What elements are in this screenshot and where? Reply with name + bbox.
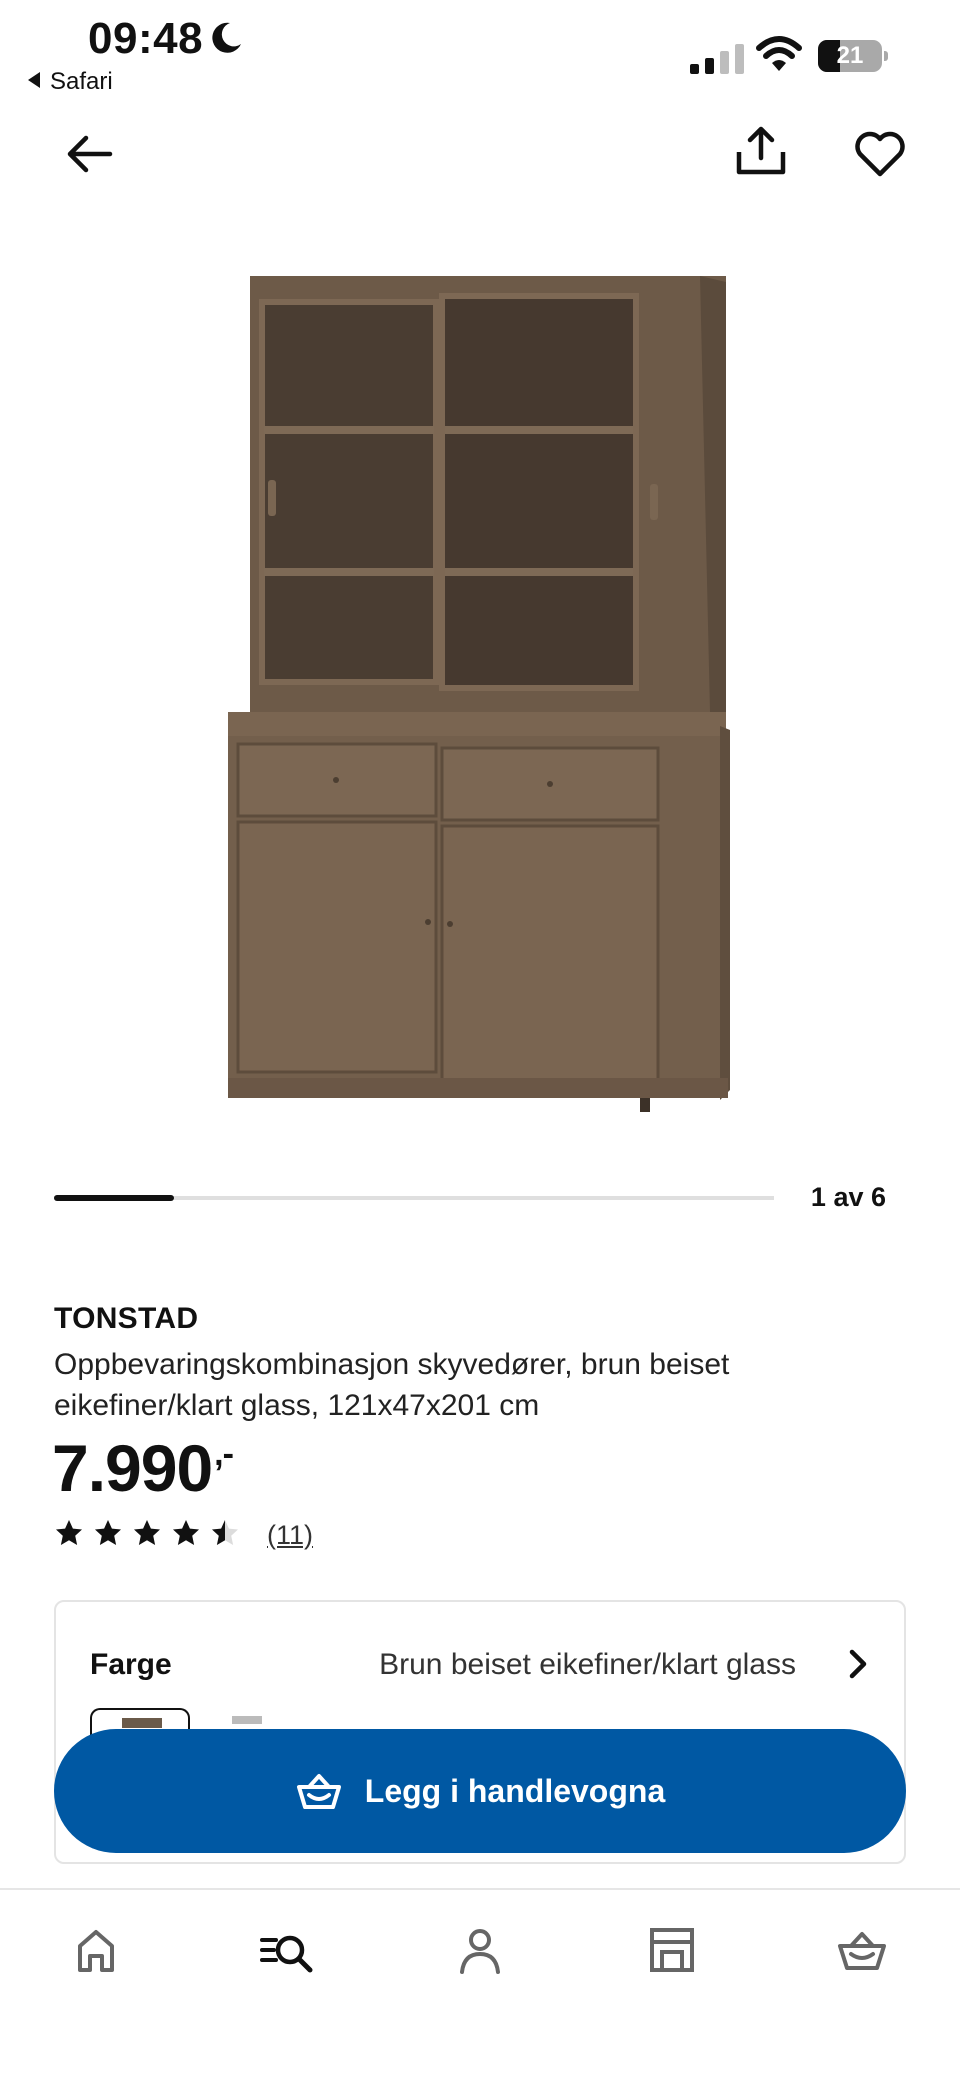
star-icon [173,1519,199,1545]
status-bar: 09:48 Safari 21 [0,0,960,110]
product-image[interactable] [220,270,740,1140]
carousel-progress-bar [54,1195,174,1201]
product-price: 7.990,- [52,1430,234,1506]
carousel-counter: 1 av 6 [810,1182,886,1212]
search-icon [260,1935,313,1973]
carousel-progress-track [54,1195,774,1201]
product-description: Oppbevaringskombinasjon skyvedører, brun… [54,1348,730,1422]
add-to-cart-label: Legg i handlevogna [364,1772,666,1809]
bottom-navigation [0,1888,960,2077]
tab-home[interactable] [66,1920,126,1980]
profile-icon [460,1929,500,1974]
basket-icon [296,1774,341,1809]
product-name: TONSTAD [54,1302,199,1335]
battery-level: 21 [836,42,864,69]
moon-icon [212,22,241,53]
price-suffix: ,- [214,1435,234,1473]
color-value: Brun beiset eikefiner/klart glass [379,1648,796,1681]
store-icon [650,1928,694,1972]
back-triangle-icon [28,72,40,88]
color-label: Farge [90,1648,172,1681]
star-icon [95,1519,121,1545]
wifi-icon [756,36,802,71]
price-value: 7.990 [52,1431,213,1505]
review-count-link[interactable]: (11) [267,1520,313,1551]
add-to-cart-button[interactable]: Legg i handlevogna [54,1729,906,1853]
back-to-app-link[interactable]: Safari [28,68,113,96]
arrow-left-icon[interactable] [62,126,118,182]
chevron-right-icon[interactable] [842,1646,874,1682]
heart-icon[interactable] [852,126,908,182]
home-icon [78,1930,114,1972]
rating-stars [54,1518,249,1553]
status-time: 09:48 [88,14,204,63]
star-icon [134,1519,160,1545]
tab-profile[interactable] [450,1920,510,1980]
star-icon [212,1519,238,1545]
tab-stores[interactable] [642,1920,702,1980]
cart-icon [838,1932,886,1970]
star-icon [56,1519,82,1545]
cellular-signal-icon [690,44,744,74]
tab-cart[interactable] [832,1920,892,1980]
battery-indicator: 21 [818,40,888,72]
back-app-label: Safari [50,68,113,95]
share-icon[interactable] [733,124,789,180]
tab-search[interactable] [256,1920,316,1980]
rating[interactable]: (11) [54,1518,313,1552]
